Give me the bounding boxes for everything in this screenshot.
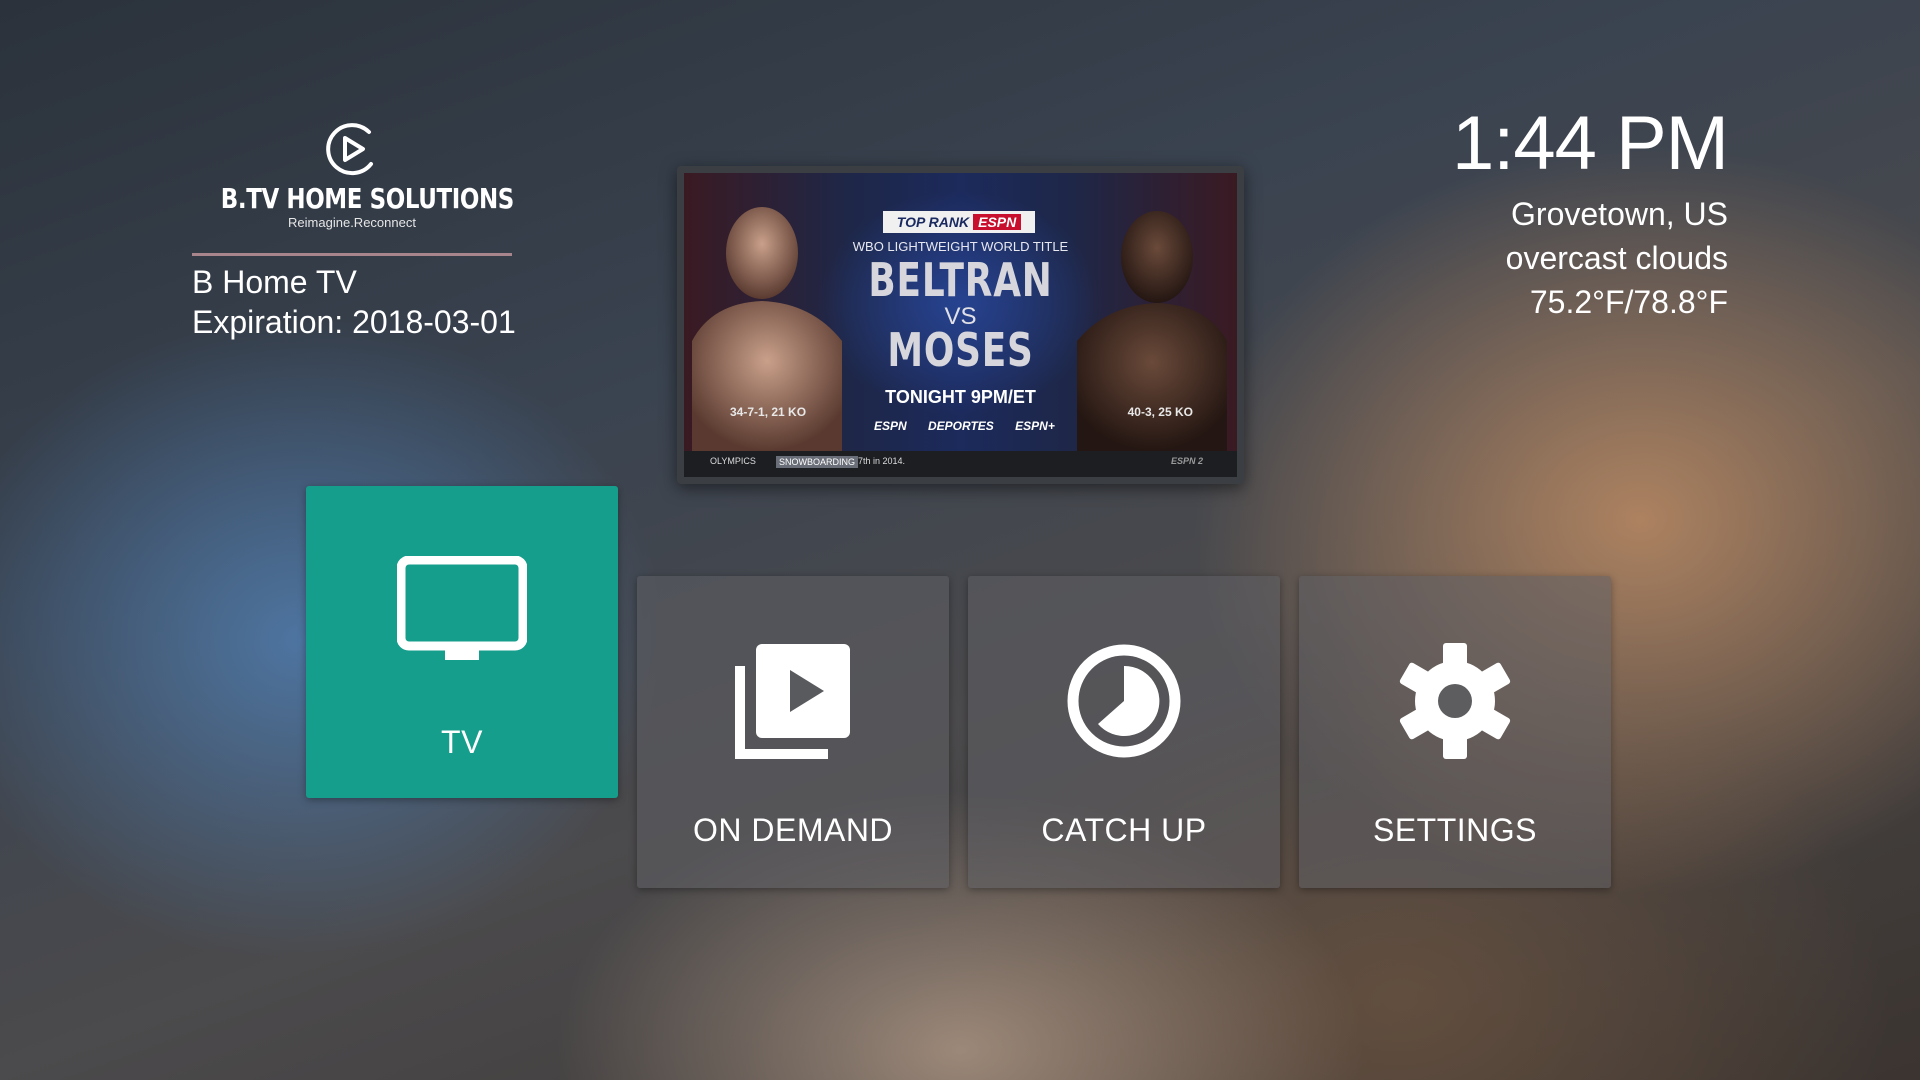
fighter-1-name: BELTRAN bbox=[868, 253, 1053, 307]
preview-screen[interactable]: TOP RANK ESPN WBO LIGHTWEIGHT WORLD TITLE… bbox=[684, 173, 1237, 477]
weather-temperature: 75.2°F/78.8°F bbox=[1529, 284, 1728, 320]
video-library-icon bbox=[735, 644, 850, 759]
service-name: B Home TV bbox=[192, 264, 357, 300]
network-logos: ESPN DEPORTES ESPN+ bbox=[874, 419, 1055, 433]
tile-label: CATCH UP bbox=[1041, 812, 1207, 848]
promo-badge: TOP RANK ESPN bbox=[883, 211, 1035, 233]
live-preview[interactable]: TOP RANK ESPN WBO LIGHTWEIGHT WORLD TITLE… bbox=[677, 166, 1244, 484]
expiration-date: Expiration: 2018-03-01 bbox=[192, 304, 516, 340]
tile-catch-up[interactable]: CATCH UP bbox=[968, 576, 1280, 888]
play-circle-icon bbox=[326, 123, 373, 176]
divider bbox=[192, 253, 512, 256]
record-left: 34-7-1, 21 KO bbox=[730, 405, 807, 419]
tile-label: ON DEMAND bbox=[692, 812, 894, 848]
brand-logo: B.TV HOME SOLUTIONS Reimagine.Reconnect bbox=[192, 118, 515, 230]
preview-subtitle: WBO LIGHTWEIGHT WORLD TITLE bbox=[852, 239, 1069, 254]
brand-name: B.TV HOME SOLUTIONS bbox=[220, 182, 515, 215]
ticker-category: OLYMPICS bbox=[710, 456, 756, 466]
ticker-text: 7th in 2014. bbox=[858, 456, 906, 466]
clock-icon bbox=[1067, 644, 1181, 758]
tile-on-demand[interactable]: ON DEMAND bbox=[637, 576, 949, 888]
record-right: 40-3, 25 KO bbox=[1127, 405, 1193, 419]
ticker-channel: ESPN 2 bbox=[1170, 456, 1203, 466]
fighter-2-name: MOSES bbox=[887, 323, 1034, 377]
tile-tv[interactable]: TV bbox=[306, 486, 618, 798]
tv-icon bbox=[397, 556, 527, 660]
gear-icon bbox=[1399, 643, 1511, 759]
weather-panel: Grovetown, US overcast clouds 75.2°F/78.… bbox=[1506, 192, 1728, 324]
tile-label: TV bbox=[441, 724, 483, 760]
clock: 1:44 PM bbox=[1451, 101, 1729, 186]
weather-location: Grovetown, US bbox=[1511, 196, 1728, 232]
account-info: B Home TV Expiration: 2018-03-01 bbox=[192, 262, 516, 342]
weather-condition: overcast clouds bbox=[1505, 240, 1728, 276]
ticker-tag: SNOWBOARDING bbox=[776, 456, 859, 468]
tile-settings[interactable]: SETTINGS bbox=[1299, 576, 1611, 888]
news-ticker: OLYMPICS SNOWBOARDING 7th in 2014. ESPN … bbox=[684, 451, 1237, 477]
tile-label: SETTINGS bbox=[1372, 812, 1537, 848]
brand-tagline: Reimagine.Reconnect bbox=[288, 215, 416, 230]
